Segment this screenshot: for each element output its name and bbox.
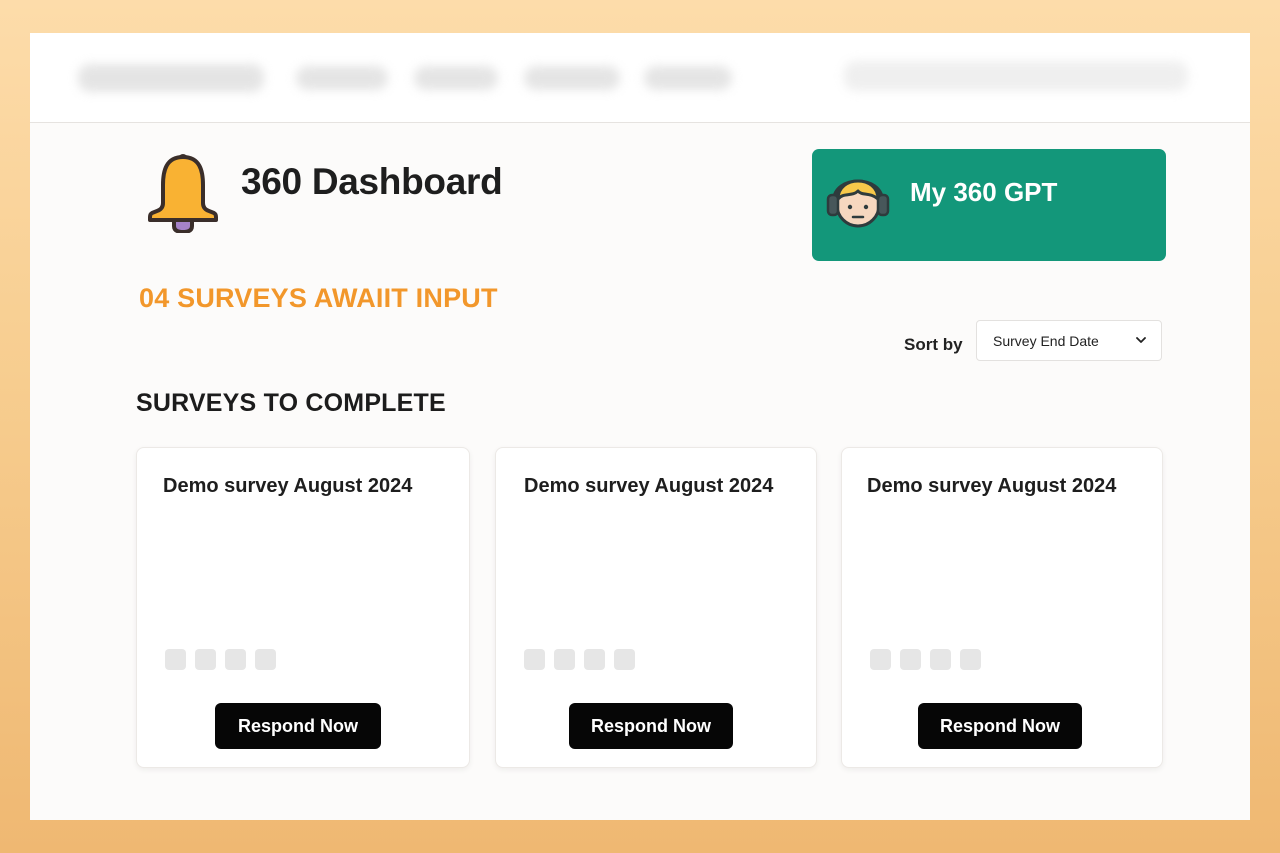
placeholder-dot [900, 649, 921, 670]
nav-item-placeholder[interactable] [296, 66, 388, 90]
survey-card: Demo survey August 2024 Respond Now [495, 447, 817, 768]
placeholder-dot [524, 649, 545, 670]
nav-search-placeholder[interactable] [844, 61, 1188, 91]
sort-by-dropdown[interactable]: Survey End Date [976, 320, 1162, 361]
survey-progress-placeholder [870, 649, 981, 670]
placeholder-dot [225, 649, 246, 670]
placeholder-dot [554, 649, 575, 670]
placeholder-dot [165, 649, 186, 670]
respond-now-button[interactable]: Respond Now [215, 703, 381, 749]
survey-title: Demo survey August 2024 [163, 475, 413, 497]
chevron-down-icon [1136, 337, 1146, 343]
page-title: 360 Dashboard [241, 161, 503, 202]
placeholder-dot [960, 649, 981, 670]
nav-logo-placeholder[interactable] [78, 64, 264, 92]
surveys-awaiting-input-heading: 04 SURVEYS AWAIIT INPUT [139, 283, 498, 313]
survey-progress-placeholder [524, 649, 635, 670]
respond-now-button[interactable]: Respond Now [569, 703, 733, 749]
survey-title: Demo survey August 2024 [867, 475, 1117, 497]
nav-item-placeholder[interactable] [644, 66, 732, 90]
support-agent-avatar-icon [826, 179, 890, 228]
survey-card: Demo survey August 2024 Respond Now [136, 447, 470, 768]
survey-title: Demo survey August 2024 [524, 475, 774, 497]
placeholder-dot [870, 649, 891, 670]
sort-selected-value: Survey End Date [993, 333, 1099, 349]
placeholder-dot [584, 649, 605, 670]
nav-item-placeholder[interactable] [524, 66, 620, 90]
respond-now-button[interactable]: Respond Now [918, 703, 1082, 749]
nav-item-placeholder[interactable] [414, 66, 498, 90]
survey-progress-placeholder [165, 649, 276, 670]
my-360-gpt-card[interactable]: My 360 GPT [812, 149, 1166, 261]
survey-card: Demo survey August 2024 Respond Now [841, 447, 1163, 768]
placeholder-dot [195, 649, 216, 670]
app-window: 360 Dashboard My 360 GPT 04 SURVEYS AWAI… [30, 33, 1250, 820]
placeholder-dot [930, 649, 951, 670]
surveys-to-complete-heading: SURVEYS TO COMPLETE [136, 389, 446, 417]
bell-icon [148, 154, 218, 233]
placeholder-dot [614, 649, 635, 670]
top-navigation-bar [30, 33, 1250, 123]
sort-by-label: Sort by [904, 335, 963, 354]
my-360-gpt-label: My 360 GPT [910, 177, 1058, 207]
placeholder-dot [255, 649, 276, 670]
